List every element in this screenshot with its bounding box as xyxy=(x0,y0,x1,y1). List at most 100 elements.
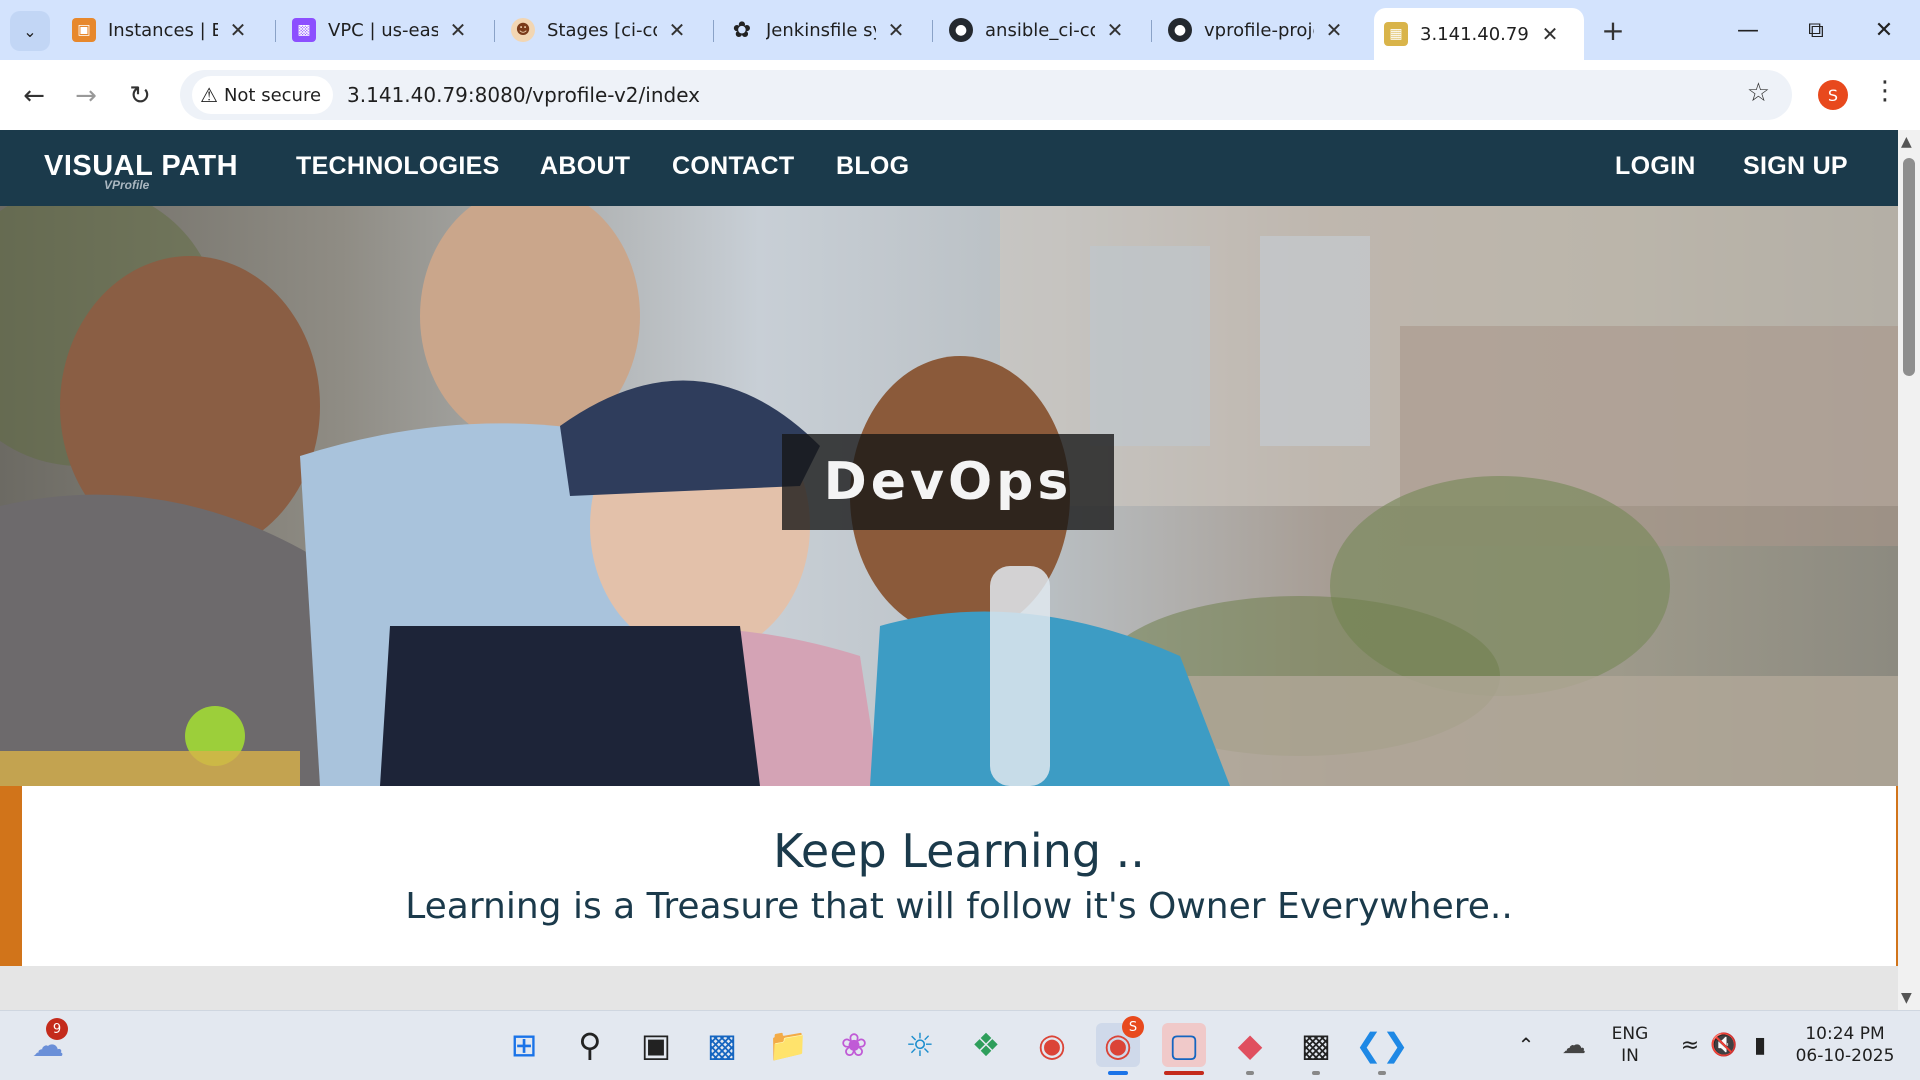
browser-tab-ansible-repo[interactable]: ● ansible_ci-cd_pipeline ✕ xyxy=(939,8,1135,52)
chrome-profile-badge: S xyxy=(1122,1016,1144,1038)
security-chip[interactable]: ⚠ Not secure xyxy=(192,76,334,114)
bookmark-star-icon[interactable]: ☆ xyxy=(1747,78,1770,108)
close-icon[interactable]: ✕ xyxy=(886,18,906,42)
clock[interactable]: 10:24 PM 06-10-2025 xyxy=(1790,1023,1900,1067)
chevron-down-icon: ⌄ xyxy=(23,21,37,41)
warning-icon: ⚠ xyxy=(200,83,218,107)
page-viewport: VISUAL PATH VProfile TECHNOLOGIES ABOUT … xyxy=(0,130,1898,1010)
github-icon: ● xyxy=(949,18,973,42)
remote-desktop-icon[interactable]: ▢ xyxy=(1162,1023,1206,1067)
running-indicator xyxy=(1378,1071,1386,1075)
close-icon[interactable]: ✕ xyxy=(1105,18,1125,42)
tab-divider xyxy=(275,20,276,42)
url-text[interactable]: 3.141.40.79:8080/vprofile-v2/index xyxy=(347,83,700,107)
plus-icon: + xyxy=(1601,14,1625,47)
onedrive-cloud-icon[interactable]: ☁ xyxy=(1552,1023,1596,1067)
close-icon[interactable]: ✕ xyxy=(1324,18,1344,42)
new-tab-button[interactable]: + xyxy=(1596,14,1630,47)
git-app-icon[interactable]: ◆ xyxy=(1228,1023,1272,1067)
site-favicon-icon: ▦ xyxy=(1384,22,1408,46)
forward-button[interactable]: → xyxy=(66,76,106,116)
scroll-up-icon[interactable]: ▲ xyxy=(1901,134,1912,150)
browser-tab-active-vprofile[interactable]: ▦ 3.141.40.79:8080 ✕ xyxy=(1374,8,1584,60)
jenkins-icon: ☻ xyxy=(511,18,535,42)
restore-button[interactable]: ⧉ xyxy=(1788,10,1844,50)
sticky-notes-icon[interactable]: ▩ xyxy=(1294,1023,1338,1067)
arrow-right-icon: → xyxy=(75,81,97,111)
copilot-icon[interactable]: ❀ xyxy=(832,1023,876,1067)
site-navbar: VISUAL PATH VProfile TECHNOLOGIES ABOUT … xyxy=(0,130,1898,206)
close-icon[interactable]: ✕ xyxy=(667,18,687,42)
security-label: Not secure xyxy=(223,84,322,106)
close-icon[interactable]: ✕ xyxy=(228,18,248,42)
running-indicator xyxy=(1246,1071,1254,1075)
address-bar[interactable]: ⚠ Not secure 3.141.40.79:8080/vprofile-v… xyxy=(180,70,1792,120)
github-icon: ● xyxy=(1168,18,1192,42)
running-indicator xyxy=(1164,1071,1204,1075)
reload-button[interactable]: ↻ xyxy=(120,76,160,116)
quote-text: Learning is a Treasure that will follow … xyxy=(405,886,1513,927)
quote-section: Keep Learning .. Learning is a Treasure … xyxy=(0,786,1898,966)
tab-divider xyxy=(494,20,495,42)
close-icon[interactable]: ✕ xyxy=(1540,22,1560,46)
nav-link-technologies[interactable]: TECHNOLOGIES xyxy=(296,152,500,181)
tab-title: 3.141.40.79:8080 xyxy=(1420,23,1530,45)
tab-search-button[interactable]: ⌄ xyxy=(10,11,50,51)
page-scrollbar[interactable]: ▲ ▼ xyxy=(1898,130,1920,1010)
browser-tab-jenkinsfile[interactable]: ✿ Jenkinsfile syntax ✕ xyxy=(720,8,916,52)
hero-title-box: DevOps xyxy=(782,434,1114,530)
vscode-icon[interactable]: ❮❯ xyxy=(1355,1023,1409,1067)
language-code: ENG xyxy=(1611,1024,1649,1044)
back-button[interactable]: ← xyxy=(14,76,54,116)
browser-tab-ec2[interactable]: ▣ Instances | EC2 ✕ xyxy=(62,8,258,52)
start-button[interactable]: ⊞ xyxy=(502,1023,546,1067)
arrow-left-icon: ← xyxy=(23,81,45,111)
task-view-icon[interactable]: ▣ xyxy=(634,1023,678,1067)
badge-count: 9 xyxy=(52,1021,62,1037)
restore-icon: ⧉ xyxy=(1808,17,1824,43)
close-window-button[interactable]: ✕ xyxy=(1856,10,1912,50)
aws-ec2-icon: ▣ xyxy=(72,18,96,42)
reload-icon: ↻ xyxy=(129,81,151,111)
file-explorer-icon[interactable]: 📁 xyxy=(766,1023,810,1067)
nav-link-signup[interactable]: SIGN UP xyxy=(1743,152,1848,181)
battery-icon[interactable]: ▮ xyxy=(1738,1023,1782,1067)
nav-link-blog[interactable]: BLOG xyxy=(836,152,909,181)
close-icon[interactable]: ✕ xyxy=(448,18,468,42)
browser-tab-vpc[interactable]: ▩ VPC | us-east-1 ✕ xyxy=(282,8,478,52)
nav-link-contact[interactable]: CONTACT xyxy=(672,152,794,181)
nav-link-login[interactable]: LOGIN xyxy=(1615,152,1696,181)
edge-browser-icon[interactable]: ☼ xyxy=(898,1023,942,1067)
scrollbar-thumb[interactable] xyxy=(1903,158,1915,376)
browser-tab-jenkins-stages[interactable]: ☻ Stages [ci-cd_pipeline] ✕ xyxy=(501,8,697,52)
hero-banner: DevOps xyxy=(0,206,1898,786)
tab-title: Stages [ci-cd_pipeline] xyxy=(547,19,657,41)
search-icon[interactable]: ⚲ xyxy=(568,1023,612,1067)
minimize-button[interactable]: — xyxy=(1720,10,1776,50)
nav-link-about[interactable]: ABOUT xyxy=(540,152,630,181)
running-indicator xyxy=(1312,1071,1320,1075)
clock-time: 10:24 PM xyxy=(1805,1024,1885,1044)
close-icon: ✕ xyxy=(1874,17,1894,43)
quote-heading: Keep Learning .. xyxy=(773,824,1145,878)
scroll-down-icon[interactable]: ▼ xyxy=(1901,990,1912,1006)
browser-tab-vprofile-repo[interactable]: ● vprofile-project ✕ xyxy=(1158,8,1354,52)
widgets-app-icon[interactable]: ❖ xyxy=(964,1023,1008,1067)
chatgpt-icon: ✿ xyxy=(732,17,752,43)
running-indicator xyxy=(1108,1071,1128,1075)
windows-taskbar: ☁ ⊞ ⚲ ▣ ▩ 📁 ❀ ☼ ❖ ◉ ◉ ▢ ◆ ▩ ❮❯ ⌃ ☁ ENG I… xyxy=(0,1010,1920,1080)
microsoft-store-icon[interactable]: ▩ xyxy=(700,1023,744,1067)
profile-avatar[interactable]: S xyxy=(1818,80,1848,110)
hero-title: DevOps xyxy=(823,452,1073,512)
chevron-up-icon[interactable]: ⌃ xyxy=(1504,1023,1548,1067)
aws-vpc-icon: ▩ xyxy=(292,18,316,42)
browser-tab-strip: ⌄ ▣ Instances | EC2 ✕ ▩ VPC | us-east-1 … xyxy=(0,0,1920,60)
badge-initial: S xyxy=(1128,1019,1138,1035)
tab-divider xyxy=(713,20,714,42)
chrome-icon[interactable]: ◉ xyxy=(1030,1023,1074,1067)
browser-toolbar: ← → ↻ ⚠ Not secure 3.141.40.79:8080/vpro… xyxy=(0,60,1920,130)
language-indicator[interactable]: ENG IN xyxy=(1600,1023,1660,1067)
tab-divider xyxy=(1151,20,1152,42)
site-logo-subtitle: VProfile xyxy=(104,178,150,192)
browser-menu-icon[interactable]: ⋮ xyxy=(1872,76,1898,106)
